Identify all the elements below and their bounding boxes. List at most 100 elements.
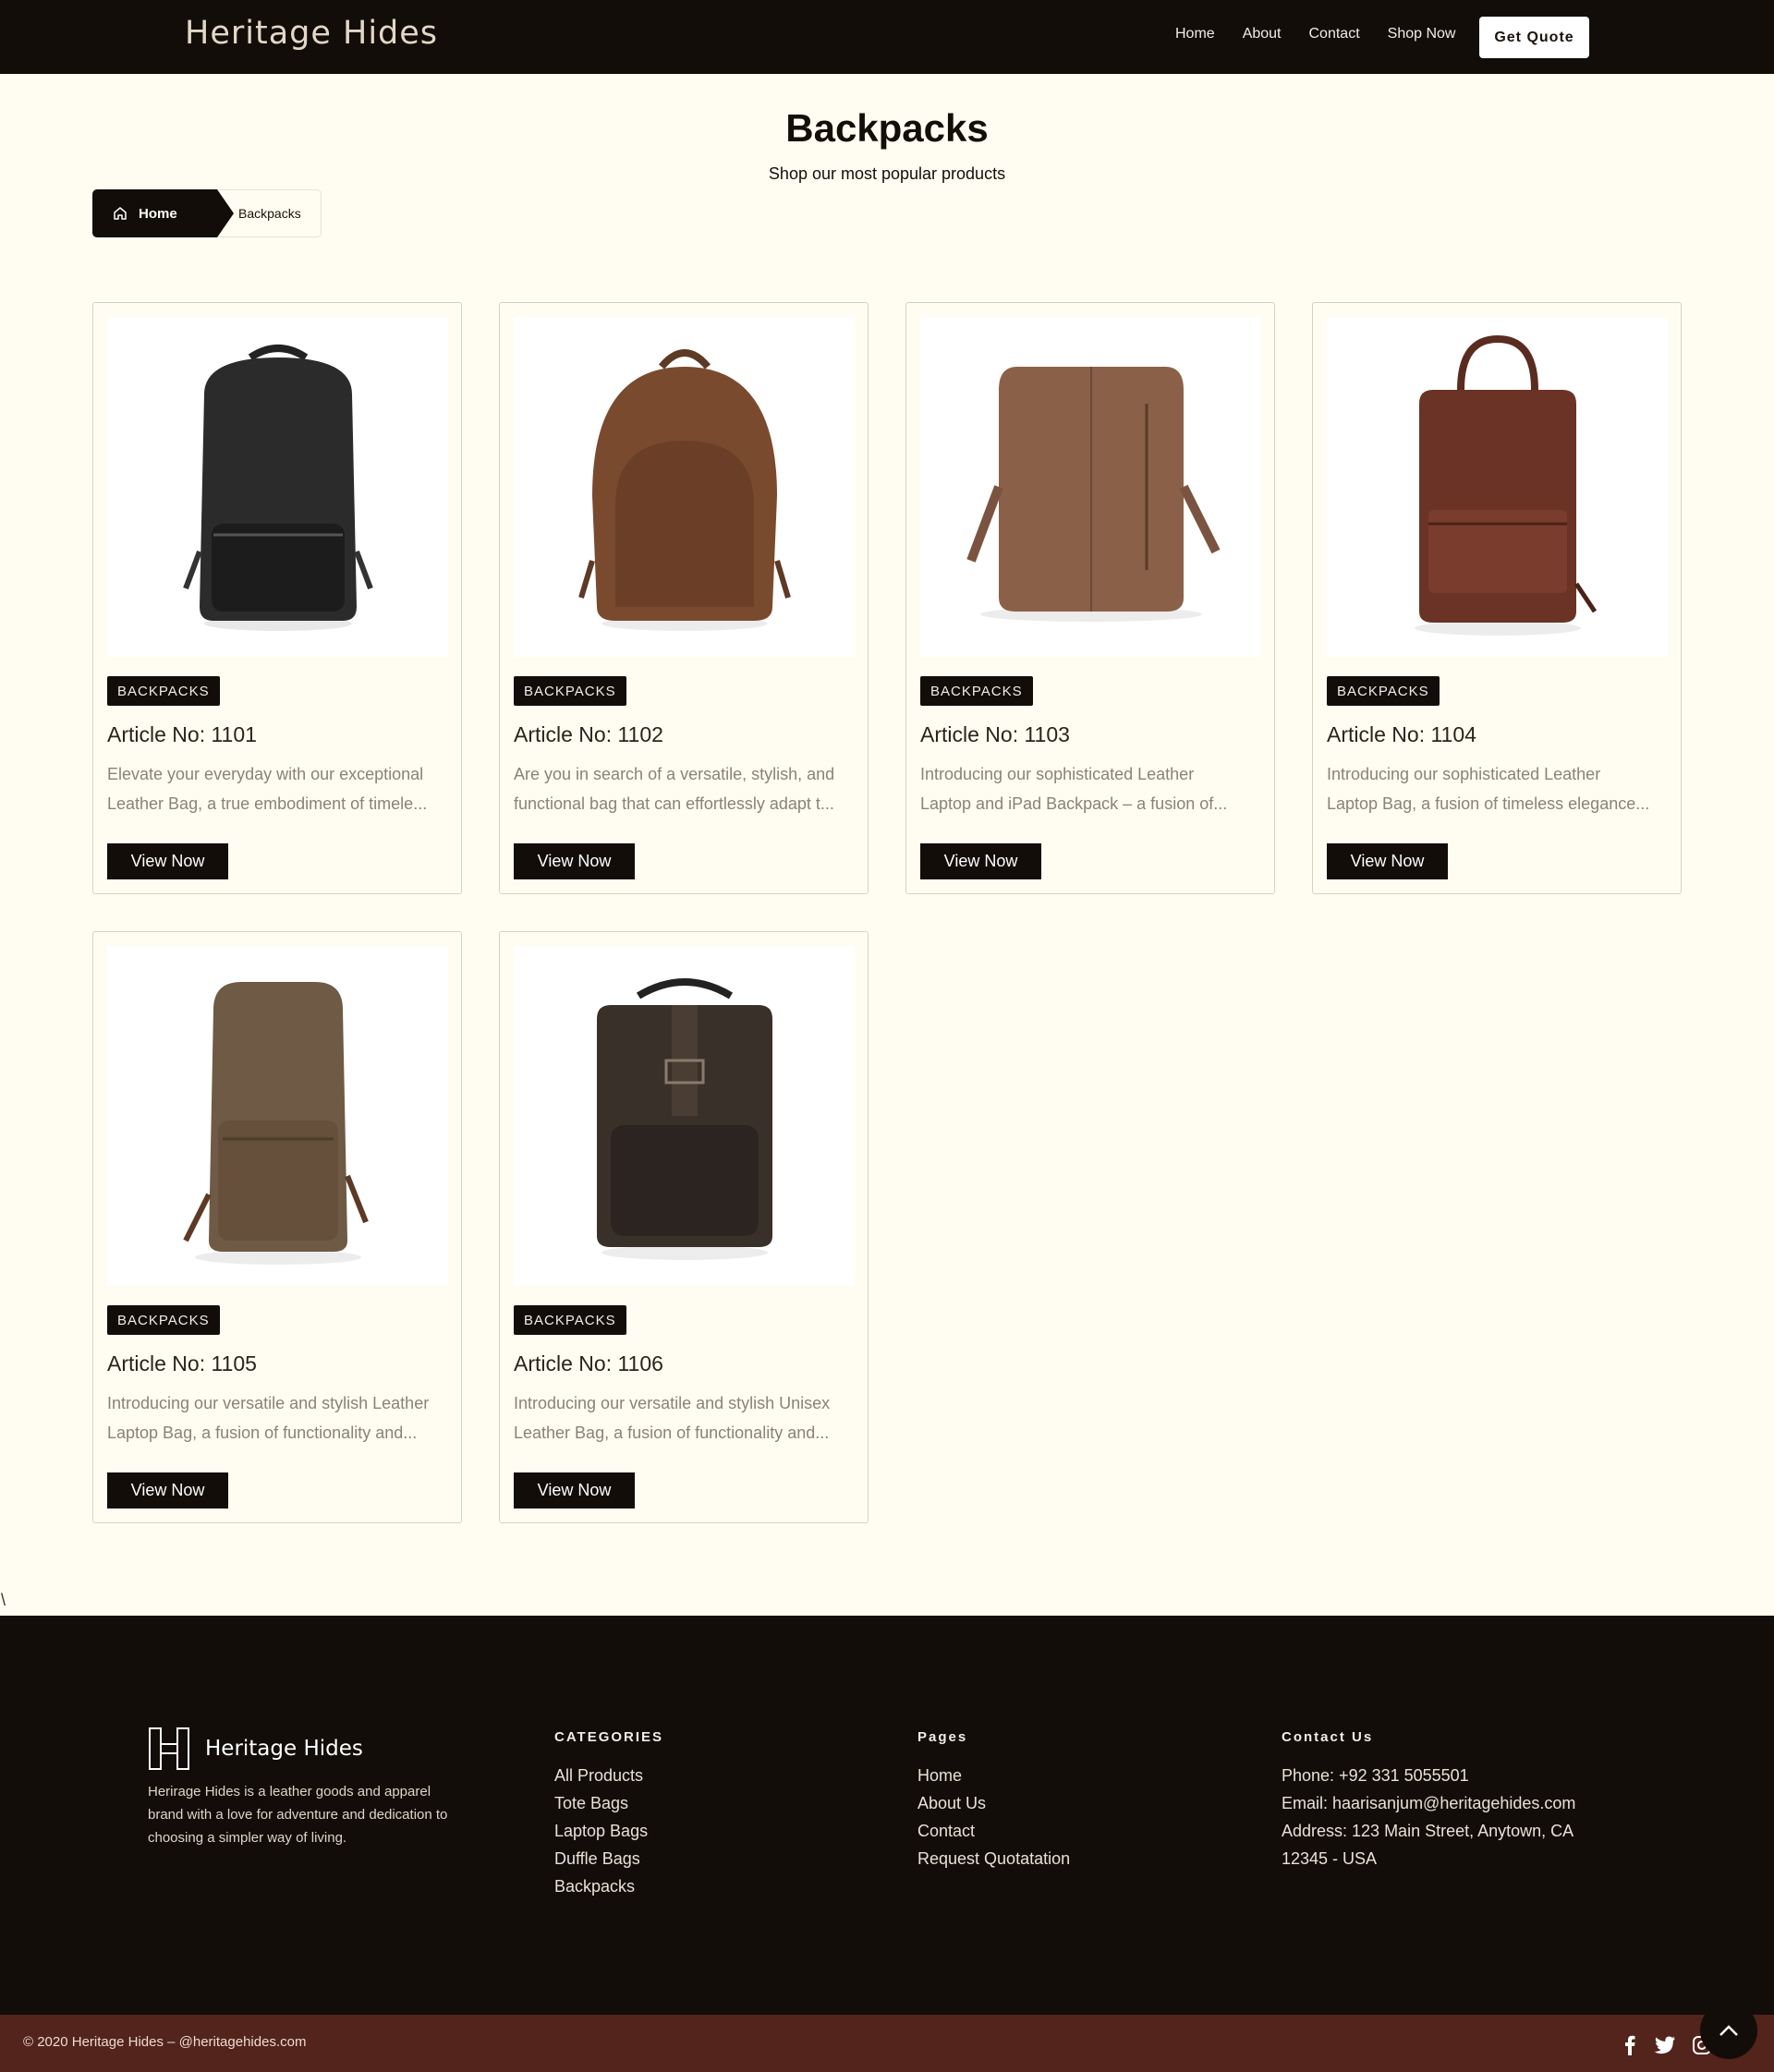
nav-shop-now[interactable]: Shop Now [1388,26,1456,42]
home-icon [114,207,127,220]
breadcrumb: Home Backpacks [92,189,322,237]
description-line: Introducing our sophisticated Leather [1327,765,1601,783]
copyright-text: © 2020 Heritage Hides – @heritagehides.c… [23,2034,307,2050]
description-line: Introducing our versatile and stylish Un… [514,1394,831,1412]
breadcrumb-current: Backpacks [238,206,301,221]
footer-link-tote-bags[interactable]: Tote Bags [554,1789,663,1817]
footer-link-about-us[interactable]: About Us [917,1789,1070,1817]
product-card[interactable]: BACKPACKS Article No: 1105 Introducing o… [92,931,462,1523]
footer-email[interactable]: Email: haarisanjum@heritagehides.com [1282,1789,1575,1817]
category-badge[interactable]: BACKPACKS [514,1305,626,1335]
footer-address: Address: 123 Main Street, Anytown, CA [1282,1822,1574,1840]
backpack-icon [182,345,373,631]
scroll-to-top-button[interactable] [1700,2002,1757,2059]
description-line: Leather Bag, a true embodiment of timele… [107,794,428,813]
nav-links: Home About Contact Shop Now [1175,26,1455,42]
description-line: Elevate your everyday with our exception… [107,765,424,783]
footer-pages-heading: Pages [917,1729,968,1745]
nav-about[interactable]: About [1243,26,1282,42]
product-description: Are you in search of a versatile, stylis… [514,759,857,818]
product-image[interactable] [514,946,855,1286]
backpack-icon [1414,334,1597,636]
footer: Heritage Hides Herirage Hides is a leath… [0,1616,1774,2015]
footer-contact: Contact Us Phone: +92 331 5055501 Email:… [1282,1729,1575,1872]
footer-link-duffle-bags[interactable]: Duffle Bags [554,1845,663,1872]
footer-categories-heading: CATEGORIES [554,1729,664,1745]
backpack-icon [596,978,772,1260]
product-grid: BACKPACKS Article No: 1101 Elevate your … [92,302,1682,1523]
footer-brand-name: Heritage Hides [205,1737,363,1761]
product-description: Introducing our versatile and stylish Un… [514,1388,857,1448]
product-card[interactable]: BACKPACKS Article No: 1103 Introducing o… [905,302,1275,894]
footer-categories: CATEGORIES All Products Tote Bags Laptop… [554,1729,663,1900]
view-now-button[interactable]: View Now [920,843,1041,879]
view-now-button[interactable]: View Now [514,1472,635,1509]
chevron-up-icon [1719,2025,1738,2036]
footer-contact-heading: Contact Us [1282,1729,1374,1745]
description-line: Leather Bag, a fusion of functionality a… [514,1424,830,1442]
product-title[interactable]: Article No: 1104 [1327,722,1476,747]
view-now-button[interactable]: View Now [514,843,635,879]
backpack-icon [182,982,369,1265]
category-badge[interactable]: BACKPACKS [107,676,220,706]
description-line: Introducing our sophisticated Leather [920,765,1195,783]
nav-home[interactable]: Home [1175,26,1215,42]
category-badge[interactable]: BACKPACKS [1327,676,1440,706]
breadcrumb-home-label: Home [139,205,177,222]
footer-pages: Pages Home About Us Contact Request Quot… [917,1729,1070,1872]
footer-logo[interactable]: Heritage Hides [148,1727,363,1771]
stray-character: \ [1,1591,6,1609]
product-title[interactable]: Article No: 1101 [107,722,257,747]
description-line: functional bag that can effortlessly ada… [514,794,834,813]
product-image[interactable] [514,317,855,657]
product-title[interactable]: Article No: 1106 [514,1351,663,1376]
backpack-icon [577,349,791,631]
product-description: Introducing our versatile and stylish Le… [107,1388,451,1448]
backpack-icon [966,367,1220,622]
product-title[interactable]: Article No: 1102 [514,722,663,747]
product-description: Introducing our sophisticated Leather La… [1327,759,1671,818]
footer-link-home[interactable]: Home [917,1762,1070,1789]
footer-phone: Phone: +92 331 5055501 [1282,1766,1469,1785]
twitter-icon[interactable] [1653,2033,1677,2057]
footer-about: Herirage Hides is a leather goods and ap… [148,1784,448,1846]
product-card[interactable]: BACKPACKS Article No: 1104 Introducing o… [1312,302,1682,894]
category-badge[interactable]: BACKPACKS [107,1305,220,1335]
product-image[interactable] [107,946,448,1286]
product-title[interactable]: Article No: 1105 [107,1351,257,1376]
product-card[interactable]: BACKPACKS Article No: 1102 Are you in se… [499,302,869,894]
nav-contact[interactable]: Contact [1309,26,1360,42]
facebook-icon[interactable] [1618,2033,1642,2057]
product-image[interactable] [1327,317,1668,657]
logo-h-icon [149,1727,189,1770]
footer-link-contact[interactable]: Contact [917,1817,1070,1845]
top-navbar: Heritage Hides Home About Contact Shop N… [0,0,1774,74]
page-subtitle: Shop our most popular products [768,164,1006,183]
description-line: Laptop Bag, a fusion of functionality an… [107,1424,418,1442]
product-title[interactable]: Article No: 1103 [920,722,1070,747]
footer-link-all-products[interactable]: All Products [554,1762,663,1789]
category-badge[interactable]: BACKPACKS [514,676,626,706]
view-now-button[interactable]: View Now [1327,843,1448,879]
footer-link-request-quotation[interactable]: Request Quotatation [917,1845,1070,1872]
breadcrumb-home[interactable]: Home [92,189,234,237]
description-line: Introducing our versatile and stylish Le… [107,1394,430,1412]
product-card[interactable]: BACKPACKS Article No: 1106 Introducing o… [499,931,869,1523]
copyright-bar: © 2020 Heritage Hides – @heritagehides.c… [0,2015,1774,2072]
product-image[interactable] [107,317,448,657]
brand-logo[interactable]: Heritage Hides [185,15,438,52]
view-now-button[interactable]: View Now [107,843,228,879]
description-line: Laptop and iPad Backpack – a fusion of..… [920,794,1228,813]
footer-address-line-2: 12345 - USA [1282,1849,1378,1868]
page-title: Backpacks [785,106,989,150]
footer-link-laptop-bags[interactable]: Laptop Bags [554,1817,663,1845]
description-line: Laptop Bag, a fusion of timeless eleganc… [1327,794,1650,813]
get-quote-button[interactable]: Get Quote [1479,17,1589,58]
product-image[interactable] [920,317,1261,657]
category-badge[interactable]: BACKPACKS [920,676,1033,706]
description-line: Are you in search of a versatile, stylis… [514,765,835,783]
product-card[interactable]: BACKPACKS Article No: 1101 Elevate your … [92,302,462,894]
view-now-button[interactable]: View Now [107,1472,228,1509]
footer-link-backpacks[interactable]: Backpacks [554,1872,663,1900]
product-description: Elevate your everyday with our exception… [107,759,451,818]
